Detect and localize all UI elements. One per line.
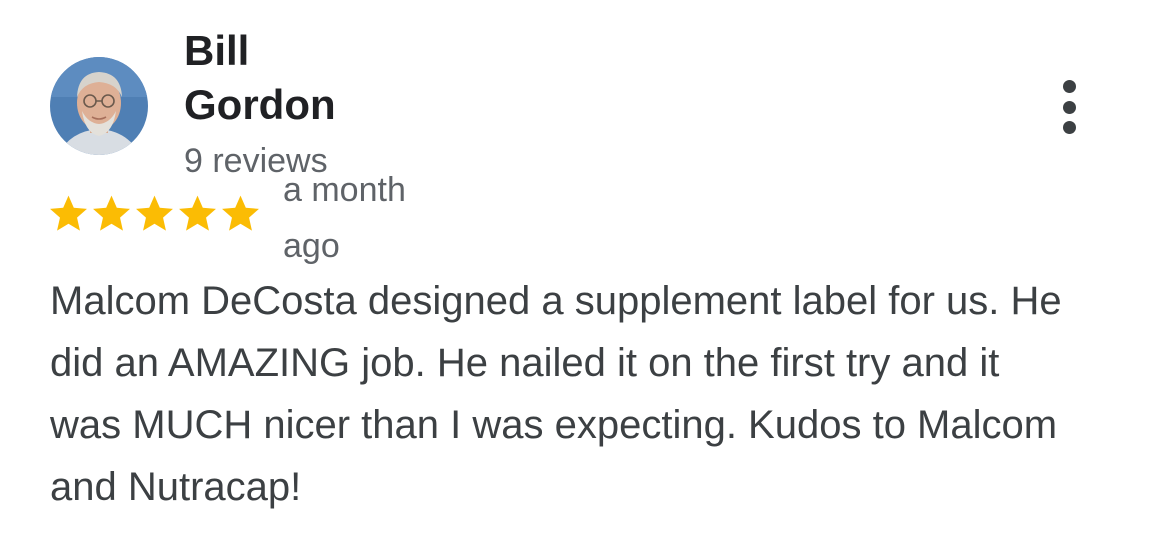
star-icon <box>136 195 173 231</box>
star-icon <box>93 195 130 231</box>
more-vert-icon-dot <box>1062 121 1076 134</box>
reviewer-name[interactable]: Bill Gordon <box>184 24 384 132</box>
review-text: Malcom DeCosta designed a supplement lab… <box>50 279 1062 509</box>
review-date: a month ago <box>283 171 406 265</box>
avatar[interactable] <box>50 57 148 155</box>
more-vert-icon-dot <box>1062 100 1076 114</box>
star-icon <box>179 195 216 231</box>
person-photo-icon <box>50 57 148 155</box>
star-icon <box>222 195 259 231</box>
more-options-button[interactable] <box>1046 76 1092 138</box>
star-icon <box>50 195 87 231</box>
more-vert-icon <box>1062 80 1076 93</box>
star-rating <box>48 192 261 236</box>
